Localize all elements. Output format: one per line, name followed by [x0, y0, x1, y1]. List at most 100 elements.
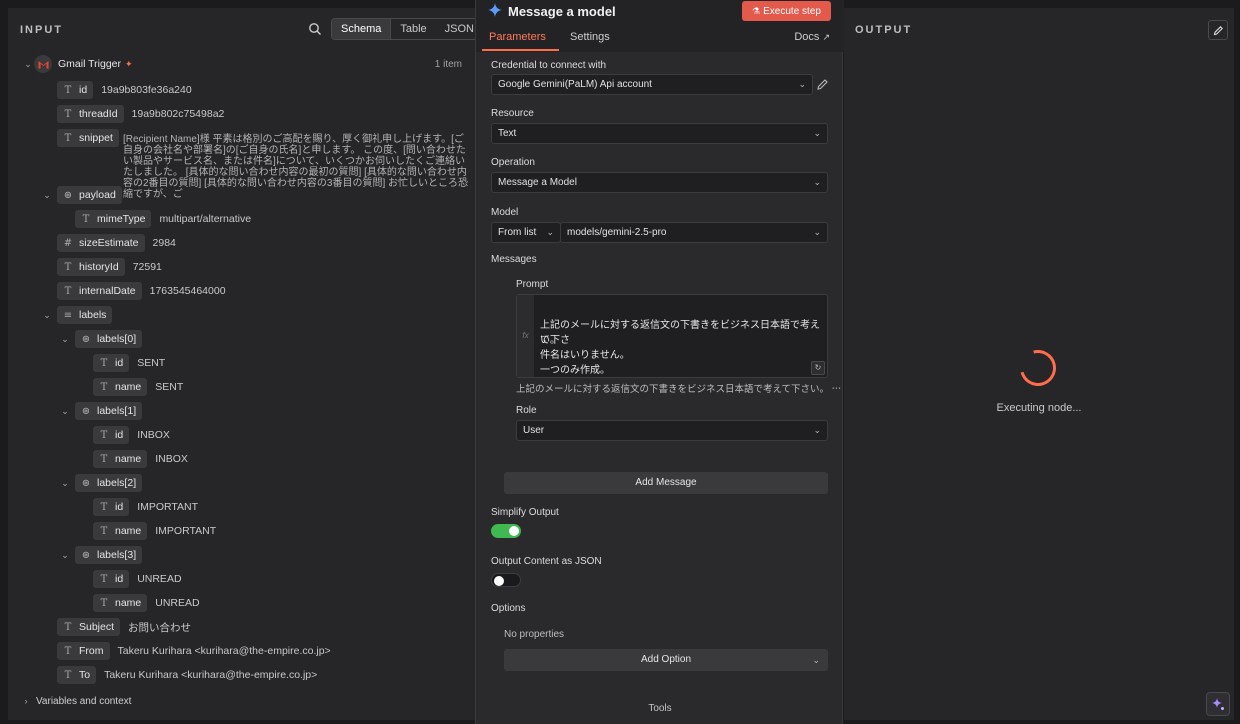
- text-type-icon: T: [64, 669, 72, 681]
- tools-label: Tools: [648, 703, 672, 714]
- field-row-mimetype: TmimeType multipart/alternative: [75, 210, 251, 228]
- field-pill[interactable]: Tid: [93, 570, 130, 588]
- chevron-down-icon: ⌄: [813, 227, 821, 237]
- chevron-down-icon[interactable]: ⌄: [59, 550, 71, 561]
- node-header: Message a model ⚗ Execute step Parameters…: [476, 0, 844, 52]
- search-icon[interactable]: [308, 22, 322, 36]
- toggle-knob: [509, 526, 519, 536]
- edit-output-button[interactable]: [1208, 20, 1228, 40]
- field-pill[interactable]: Tid: [93, 426, 130, 444]
- ai-assistant-button[interactable]: [1206, 692, 1230, 716]
- field-pill[interactable]: ⊛ labels[1]: [75, 402, 143, 420]
- prompt-line: い。: [540, 335, 560, 346]
- execute-step-button[interactable]: ⚗ Execute step: [742, 1, 831, 21]
- chevron-down-icon[interactable]: ⌄: [59, 406, 71, 417]
- field-key: labels: [79, 309, 107, 321]
- field-key: name: [115, 381, 142, 393]
- field-pill[interactable]: TthreadId: [57, 105, 124, 123]
- field-pill[interactable]: ⊛ labels[2]: [75, 474, 143, 492]
- field-key: sizeEstimate: [79, 237, 139, 249]
- label-group-row: ⌄ ⊛ labels[3]: [59, 546, 143, 564]
- chevron-down-icon[interactable]: ⌄: [41, 310, 53, 321]
- resource-select[interactable]: Text ⌄: [491, 123, 828, 144]
- field-pill[interactable]: Tid: [93, 354, 130, 372]
- trigger-row[interactable]: ⌄ Gmail Trigger ✦: [22, 55, 133, 73]
- object-type-icon: ⊛: [81, 333, 91, 345]
- field-value: 19a9b802c75498a2: [131, 108, 225, 120]
- chevron-right-icon[interactable]: ›: [20, 696, 32, 706]
- view-switcher: Schema Table JSON: [331, 18, 484, 40]
- label-name-row: Tname UNREAD: [93, 594, 200, 612]
- edit-credential-icon[interactable]: [816, 78, 829, 91]
- tab-parameters[interactable]: Parameters: [489, 31, 546, 43]
- trigger-name: Gmail Trigger: [58, 58, 122, 70]
- field-pill[interactable]: Tid: [93, 498, 130, 516]
- field-pill[interactable]: Tname: [93, 450, 148, 468]
- chevron-down-icon[interactable]: ⌄: [59, 334, 71, 345]
- label-id-row: Tid SENT: [93, 354, 165, 372]
- field-pill[interactable]: TinternalDate: [57, 282, 142, 300]
- snippet-value: [Recipient Name]様 平素は格別のご高配を賜り、厚く御礼申し上げま…: [123, 134, 469, 200]
- field-pill[interactable]: ≡ labels: [57, 306, 113, 324]
- field-value: IMPORTANT: [137, 501, 199, 513]
- operation-value: Message a Model: [498, 177, 577, 188]
- operation-select[interactable]: Message a Model ⌄: [491, 172, 828, 193]
- field-key: labels[3]: [97, 549, 137, 561]
- field-pill[interactable]: Tname: [93, 594, 148, 612]
- output-json-toggle[interactable]: [491, 573, 521, 587]
- chevron-down-icon: ⌄: [813, 177, 821, 187]
- field-pill[interactable]: Tname: [93, 378, 148, 396]
- docs-link[interactable]: Docs ↗: [794, 31, 830, 43]
- add-option-button[interactable]: Add Option ⌄: [504, 649, 828, 671]
- active-tab-indicator: [482, 49, 559, 51]
- field-pill[interactable]: ⊛ payload: [57, 186, 122, 204]
- object-type-icon: ⊛: [81, 405, 91, 417]
- field-pill[interactable]: T To: [57, 666, 97, 684]
- chevron-down-icon[interactable]: ⌄: [41, 190, 53, 201]
- field-pill[interactable]: T Subject: [57, 618, 121, 636]
- text-type-icon: T: [64, 84, 72, 96]
- credential-label: Credential to connect with: [491, 60, 607, 71]
- field-pill[interactable]: Tid: [57, 81, 94, 99]
- external-link-icon: ↗: [822, 32, 830, 42]
- field-row-to: T To Takeru Kurihara <kurihara@the-empire…: [57, 666, 317, 684]
- field-key: historyId: [79, 261, 119, 273]
- field-pill[interactable]: Tsnippet: [57, 129, 119, 147]
- simplify-output-toggle[interactable]: [491, 524, 521, 538]
- object-type-icon: ⊛: [81, 549, 91, 561]
- field-pill[interactable]: Tname: [93, 522, 148, 540]
- field-pill[interactable]: ⊛ labels[3]: [75, 546, 143, 564]
- credential-select[interactable]: Google Gemini(PaLM) Api account ⌄: [491, 74, 813, 95]
- field-pill[interactable]: T From: [57, 642, 110, 660]
- add-message-button[interactable]: Add Message: [504, 472, 828, 494]
- model-select[interactable]: models/gemini-2.5-pro ⌄: [560, 222, 828, 243]
- field-row-internaldate: TinternalDate 1763545464000: [57, 282, 226, 300]
- label-name-row: Tname IMPORTANT: [93, 522, 216, 540]
- executing-status: Executing node...: [996, 402, 1082, 414]
- chevron-down-icon[interactable]: ⌄: [22, 59, 34, 70]
- ndv-window: INPUT Schema Table JSON ⌄ Gmail Trigger …: [0, 0, 1240, 724]
- model-label: Model: [491, 207, 519, 218]
- field-key: internalDate: [79, 285, 136, 297]
- expand-editor-icon[interactable]: ↻: [811, 361, 825, 375]
- text-type-icon: T: [64, 621, 72, 633]
- prompt-editor[interactable]: fx 上記のメールに対する返信文の下書きをビジネス日本語で考えて下さ い。 件名…: [516, 294, 828, 378]
- role-select[interactable]: User ⌄: [516, 420, 828, 441]
- field-pill[interactable]: ⊛ labels[0]: [75, 330, 143, 348]
- chevron-down-icon[interactable]: ⌄: [59, 478, 71, 489]
- pencil-icon: [1213, 25, 1223, 35]
- role-label: Role: [516, 405, 537, 416]
- field-pill[interactable]: TmimeType: [75, 210, 152, 228]
- field-pill[interactable]: ThistoryId: [57, 258, 125, 276]
- model-mode-select[interactable]: From list ⌄: [491, 222, 561, 243]
- view-schema-tab[interactable]: Schema: [332, 19, 392, 39]
- field-key: threadId: [79, 108, 118, 120]
- variables-context-label: Variables and context: [36, 695, 132, 707]
- field-pill[interactable]: # sizeEstimate: [57, 234, 145, 252]
- variables-context-row[interactable]: › Variables and context: [20, 692, 132, 710]
- object-type-icon: ⊛: [81, 477, 91, 489]
- tab-settings[interactable]: Settings: [570, 31, 610, 43]
- text-type-icon: T: [64, 261, 72, 273]
- view-table-tab[interactable]: Table: [391, 19, 435, 39]
- field-key: name: [115, 525, 142, 537]
